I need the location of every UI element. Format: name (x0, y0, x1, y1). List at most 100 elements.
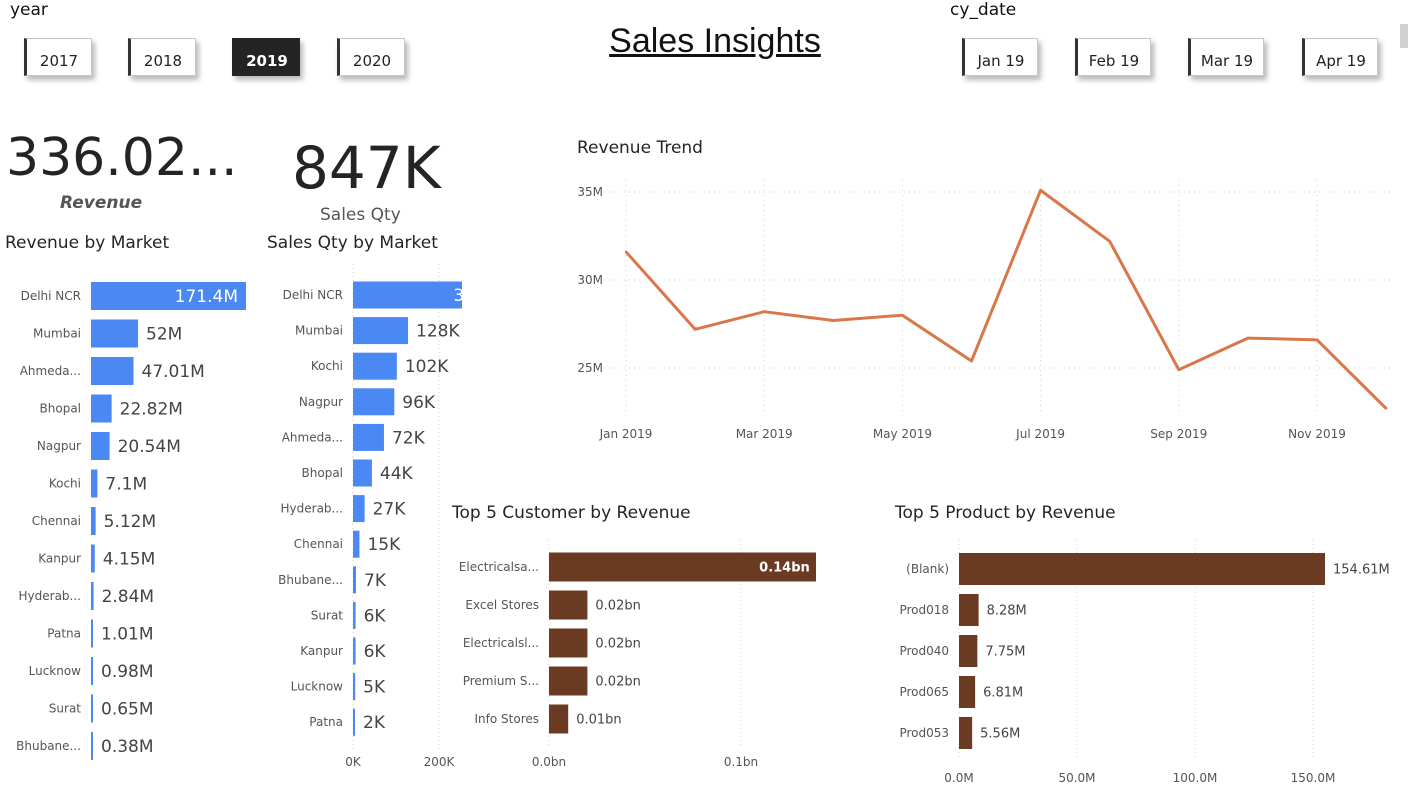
sales-qty-by-market-chart[interactable]: Delhi NCR 336K Mumbai 128K Kochi 102K Nagpur 96… (262, 264, 462, 774)
data-label: 7K (364, 571, 387, 591)
data-label: 52M (146, 324, 182, 344)
bar (353, 530, 360, 558)
year-option-2017[interactable]: 2017 (24, 38, 92, 76)
data-label: 7.1M (105, 474, 147, 494)
data-label: 128K (416, 322, 460, 342)
top5-customer-title: Top 5 Customer by Revenue (452, 503, 691, 523)
year-option-2019[interactable]: 2019 (232, 38, 300, 76)
revenue-card-value: 336.02... (6, 128, 238, 188)
data-label: 47.01M (142, 362, 205, 382)
category-label: Lucknow (29, 664, 82, 678)
bar (91, 319, 139, 348)
x-tick-label: Nov 2019 (1288, 427, 1346, 441)
top5-product-chart[interactable]: (Blank) 154.61M Prod018 8.28M Prod040 7.75M Pr… (880, 540, 1400, 790)
data-label: 22.82M (120, 399, 183, 419)
category-label: (Blank) (906, 562, 949, 576)
category-label: Nagpur (37, 439, 81, 453)
top5-customer-chart[interactable]: Electricalsa... 0.14bn Excel Stores 0.02bn E… (440, 540, 860, 780)
category-label: Prod053 (899, 726, 949, 740)
year-option-2020[interactable]: 2020 (337, 38, 405, 76)
bar (549, 666, 588, 696)
x-tick-label: 0K (345, 755, 362, 769)
scrollbar-thumb[interactable] (1400, 24, 1408, 48)
category-label: Mumbai (295, 324, 343, 338)
page-title: Sales Insights (609, 22, 821, 60)
category-label: Prod040 (899, 644, 949, 658)
revenue-trend-chart[interactable]: 25M 30M 35M Jan 2019 Mar 2019 May 2019 Jul 201… (560, 170, 1400, 460)
bar (91, 507, 96, 535)
date-option-feb-19[interactable]: Feb 19 (1075, 38, 1151, 76)
x-tick-label: Sep 2019 (1150, 427, 1207, 441)
data-label: 102K (405, 357, 449, 377)
category-label: Surat (49, 702, 82, 716)
bar (91, 657, 93, 685)
date-option-mar-19[interactable]: Mar 19 (1188, 38, 1264, 76)
y-tick-label: 25M (577, 361, 603, 375)
revenue-by-market-chart[interactable]: Delhi NCR 171.4M Mumbai 52M Ahmeda... 47.01M B… (0, 270, 260, 770)
bar (959, 553, 1325, 585)
data-label: 0.65M (101, 699, 154, 719)
category-label: Chennai (294, 537, 343, 551)
x-tick-label: Jan 2019 (599, 427, 653, 441)
category-label: Kochi (49, 477, 81, 491)
category-label: Delhi NCR (283, 288, 343, 302)
category-label: Prod018 (899, 603, 949, 617)
bar (353, 281, 462, 309)
data-point (970, 359, 973, 363)
category-label: Excel Stores (465, 598, 539, 612)
sales-qty-card-label: Sales Qty (320, 205, 401, 225)
category-label: Lucknow (291, 680, 344, 694)
bar (91, 619, 93, 648)
date-option-jan-19[interactable]: Jan 19 (962, 38, 1038, 76)
data-label: 44K (380, 464, 414, 484)
data-point (624, 250, 628, 254)
data-label: 4.15M (103, 549, 156, 569)
bar (549, 704, 569, 734)
category-label: Bhubane... (278, 573, 343, 587)
data-label: 5.12M (104, 512, 157, 532)
x-tick-label: May 2019 (873, 427, 932, 441)
data-label: 0.14bn (759, 561, 810, 576)
data-label: 20.54M (118, 437, 181, 457)
data-label: 15K (367, 535, 401, 555)
data-label: 1.01M (101, 624, 154, 644)
data-label: 0.01bn (576, 713, 621, 728)
category-label: Nagpur (299, 395, 343, 409)
category-label: Patna (47, 627, 81, 641)
bar (353, 566, 357, 594)
category-label: Ahmeda... (20, 364, 81, 378)
data-label: 72K (392, 428, 426, 448)
year-slicer-title: year (10, 0, 48, 20)
cy-date-slicer-title: cy_date (950, 0, 1017, 20)
y-tick-label: 30M (577, 273, 603, 287)
data-point (1108, 240, 1111, 243)
bar (91, 732, 93, 760)
top5-product-title: Top 5 Product by Revenue (895, 503, 1116, 523)
bar (959, 594, 979, 626)
data-label: 2K (363, 713, 386, 733)
data-label: 96K (402, 393, 436, 413)
sales-qty-by-market-title: Sales Qty by Market (267, 233, 438, 253)
data-point (1246, 336, 1250, 340)
category-label: Patna (309, 715, 343, 729)
bar (959, 676, 976, 708)
category-label: Ahmeda... (282, 430, 343, 444)
data-point (1177, 368, 1180, 371)
date-option-apr-19[interactable]: Apr 19 (1302, 38, 1378, 76)
x-tick-label: 50.0M (1058, 771, 1095, 785)
bar (353, 673, 356, 701)
bar (91, 357, 134, 385)
data-label: 171.4M (175, 287, 238, 307)
bar (91, 432, 110, 460)
category-label: Electricalsa... (459, 560, 539, 574)
data-label: 6.81M (983, 686, 1023, 701)
data-label: 5K (363, 678, 386, 698)
bar (959, 717, 973, 749)
bar (353, 708, 355, 736)
bar (91, 544, 95, 573)
data-label: 6K (364, 606, 387, 626)
bar (549, 590, 588, 620)
year-option-2018[interactable]: 2018 (128, 38, 196, 76)
revenue-line (624, 188, 1388, 410)
category-label: Premium S... (463, 674, 539, 688)
